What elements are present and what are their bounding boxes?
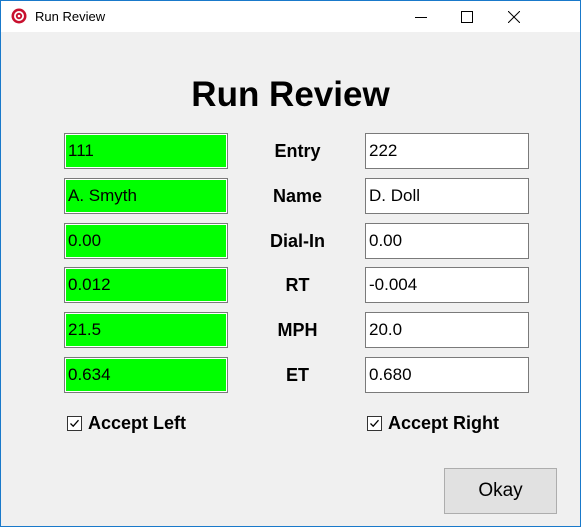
left-name-field[interactable]: A. Smyth	[64, 178, 228, 214]
dialog-heading: Run Review	[191, 75, 390, 114]
left-mph-field[interactable]: 21.5	[64, 312, 228, 348]
title-bar[interactable]: Run Review	[1, 1, 580, 32]
maximize-icon	[461, 10, 473, 23]
okay-button[interactable]: Okay	[444, 468, 557, 514]
minimize-button[interactable]	[398, 1, 444, 32]
right-entry-field[interactable]: 222	[365, 133, 529, 169]
app-record-icon	[11, 8, 27, 24]
window-title: Run Review	[35, 9, 106, 24]
left-dial-in-field[interactable]: 0.00	[64, 223, 228, 259]
entry-label: Entry	[274, 141, 321, 161]
checkmark-icon	[70, 419, 79, 427]
left-rt-field[interactable]: 0.012	[64, 267, 228, 303]
checkbox-box[interactable]	[67, 415, 82, 431]
accept-right-checkbox[interactable]: Accept Right	[367, 413, 499, 433]
et-label: ET	[285, 365, 309, 385]
run-review-window: Run Review Run Review 111 Entry 222 A. S…	[0, 0, 581, 527]
name-label: Name	[272, 186, 323, 206]
minimize-icon	[415, 16, 427, 18]
left-et-field[interactable]: 0.634	[64, 357, 228, 393]
rt-label: RT	[285, 275, 310, 295]
right-rt-field[interactable]: -0.004	[365, 267, 529, 303]
right-mph-field[interactable]: 20.0	[365, 312, 529, 348]
mph-label: MPH	[277, 320, 318, 340]
left-entry-field[interactable]: 111	[64, 133, 228, 169]
right-name-field[interactable]: D. Doll	[365, 178, 529, 214]
checkbox-box[interactable]	[367, 415, 382, 431]
right-dial-in-field[interactable]: 0.00	[365, 223, 529, 259]
checkmark-icon	[370, 419, 379, 427]
close-button[interactable]	[491, 1, 537, 32]
accept-right-label: Accept Right	[388, 412, 500, 433]
accept-left-checkbox[interactable]: Accept Left	[67, 413, 186, 433]
right-et-field[interactable]: 0.680	[365, 357, 529, 393]
dial-in-label: Dial-In	[269, 231, 325, 251]
maximize-button[interactable]	[444, 1, 490, 32]
accept-left-label: Accept Left	[88, 412, 187, 433]
close-icon	[508, 10, 520, 23]
